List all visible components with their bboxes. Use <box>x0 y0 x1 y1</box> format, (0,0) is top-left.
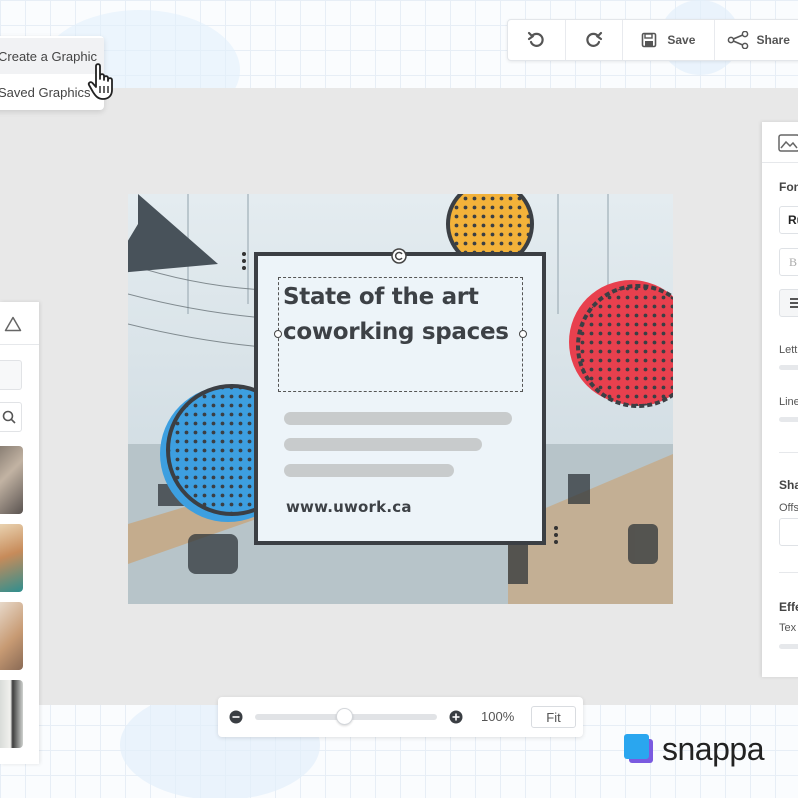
line-height-slider[interactable] <box>779 417 798 422</box>
text-effect-label: Tex <box>779 622 797 634</box>
resize-handle-left[interactable] <box>274 330 282 338</box>
redo-button[interactable] <box>566 20 624 60</box>
placeholder-line <box>284 438 482 451</box>
placeholder-line <box>284 464 454 477</box>
zoom-control: 100% Fit <box>218 697 583 737</box>
design-canvas[interactable]: State of the art coworking spaces www.uw… <box>128 194 673 604</box>
left-asset-panel <box>0 302 39 764</box>
search-field[interactable] <box>0 402 22 432</box>
letter-spacing-slider[interactable] <box>779 365 798 370</box>
hand-cursor-icon <box>87 63 113 100</box>
right-properties-panel: Fon Ru B Lett Line Sha Offs Effe Tex <box>762 122 798 677</box>
website-url-text[interactable]: www.uwork.ca <box>286 498 412 516</box>
panel-divider <box>0 344 39 345</box>
shadow-section-title: Sha <box>779 478 798 492</box>
image-thumbnail[interactable] <box>0 680 23 748</box>
image-thumbnail[interactable] <box>0 446 23 514</box>
menu-item-label: Saved Graphics <box>0 84 91 100</box>
share-label: Share <box>756 33 790 47</box>
effects-section-title: Effe <box>779 600 798 614</box>
shapes-icon[interactable] <box>4 316 22 332</box>
save-button[interactable]: Save <box>623 20 715 60</box>
element-drag-handle-icon[interactable] <box>554 526 558 547</box>
zoom-in-icon[interactable] <box>449 710 463 724</box>
text-align-button[interactable] <box>779 289 798 317</box>
font-family-value: Ru <box>788 213 798 227</box>
font-weight-select[interactable]: B <box>779 248 798 276</box>
category-field[interactable] <box>0 360 22 390</box>
headline-text[interactable]: State of the art coworking spaces <box>283 280 523 350</box>
undo-icon <box>528 31 544 47</box>
panel-divider <box>762 162 798 163</box>
brand-name: snappa <box>662 731 764 767</box>
font-family-select[interactable]: Ru <box>779 206 798 234</box>
align-icon <box>790 298 798 308</box>
search-icon <box>2 410 16 424</box>
snappa-logo-icon <box>624 734 653 763</box>
share-icon <box>727 31 748 49</box>
offset-label: Offs <box>779 502 798 514</box>
image-thumbnail[interactable] <box>0 602 23 670</box>
font-section-title: Fon <box>779 180 798 194</box>
rotate-icon[interactable] <box>391 248 407 264</box>
menu-item-label: Create a Graphic <box>0 48 97 64</box>
undo-button[interactable] <box>508 20 566 60</box>
offset-input[interactable] <box>779 518 798 546</box>
line-height-label: Line <box>779 396 798 408</box>
text-effect-slider[interactable] <box>779 644 798 649</box>
top-toolbar: Save Share <box>507 19 798 61</box>
placeholder-line <box>284 412 512 425</box>
fit-button-label: Fit <box>546 709 561 725</box>
redo-icon <box>586 31 602 47</box>
save-label: Save <box>667 33 696 47</box>
panel-divider <box>779 452 798 453</box>
element-drag-handle-icon[interactable] <box>242 252 246 273</box>
panel-divider <box>779 572 798 573</box>
share-button[interactable]: Share <box>715 20 798 60</box>
zoom-slider-knob[interactable] <box>335 708 353 725</box>
image-icon[interactable] <box>778 134 798 152</box>
brand-logo: snappa <box>624 731 764 767</box>
image-thumbnail[interactable] <box>0 524 23 592</box>
zoom-level-text: 100% <box>481 709 515 724</box>
letter-spacing-label: Lett <box>779 344 798 356</box>
app-stage: State of the art coworking spaces www.uw… <box>0 0 798 798</box>
fit-button[interactable]: Fit <box>531 706 576 728</box>
font-weight-value: B <box>789 255 798 269</box>
save-icon <box>642 32 657 48</box>
zoom-out-icon[interactable] <box>229 710 243 724</box>
